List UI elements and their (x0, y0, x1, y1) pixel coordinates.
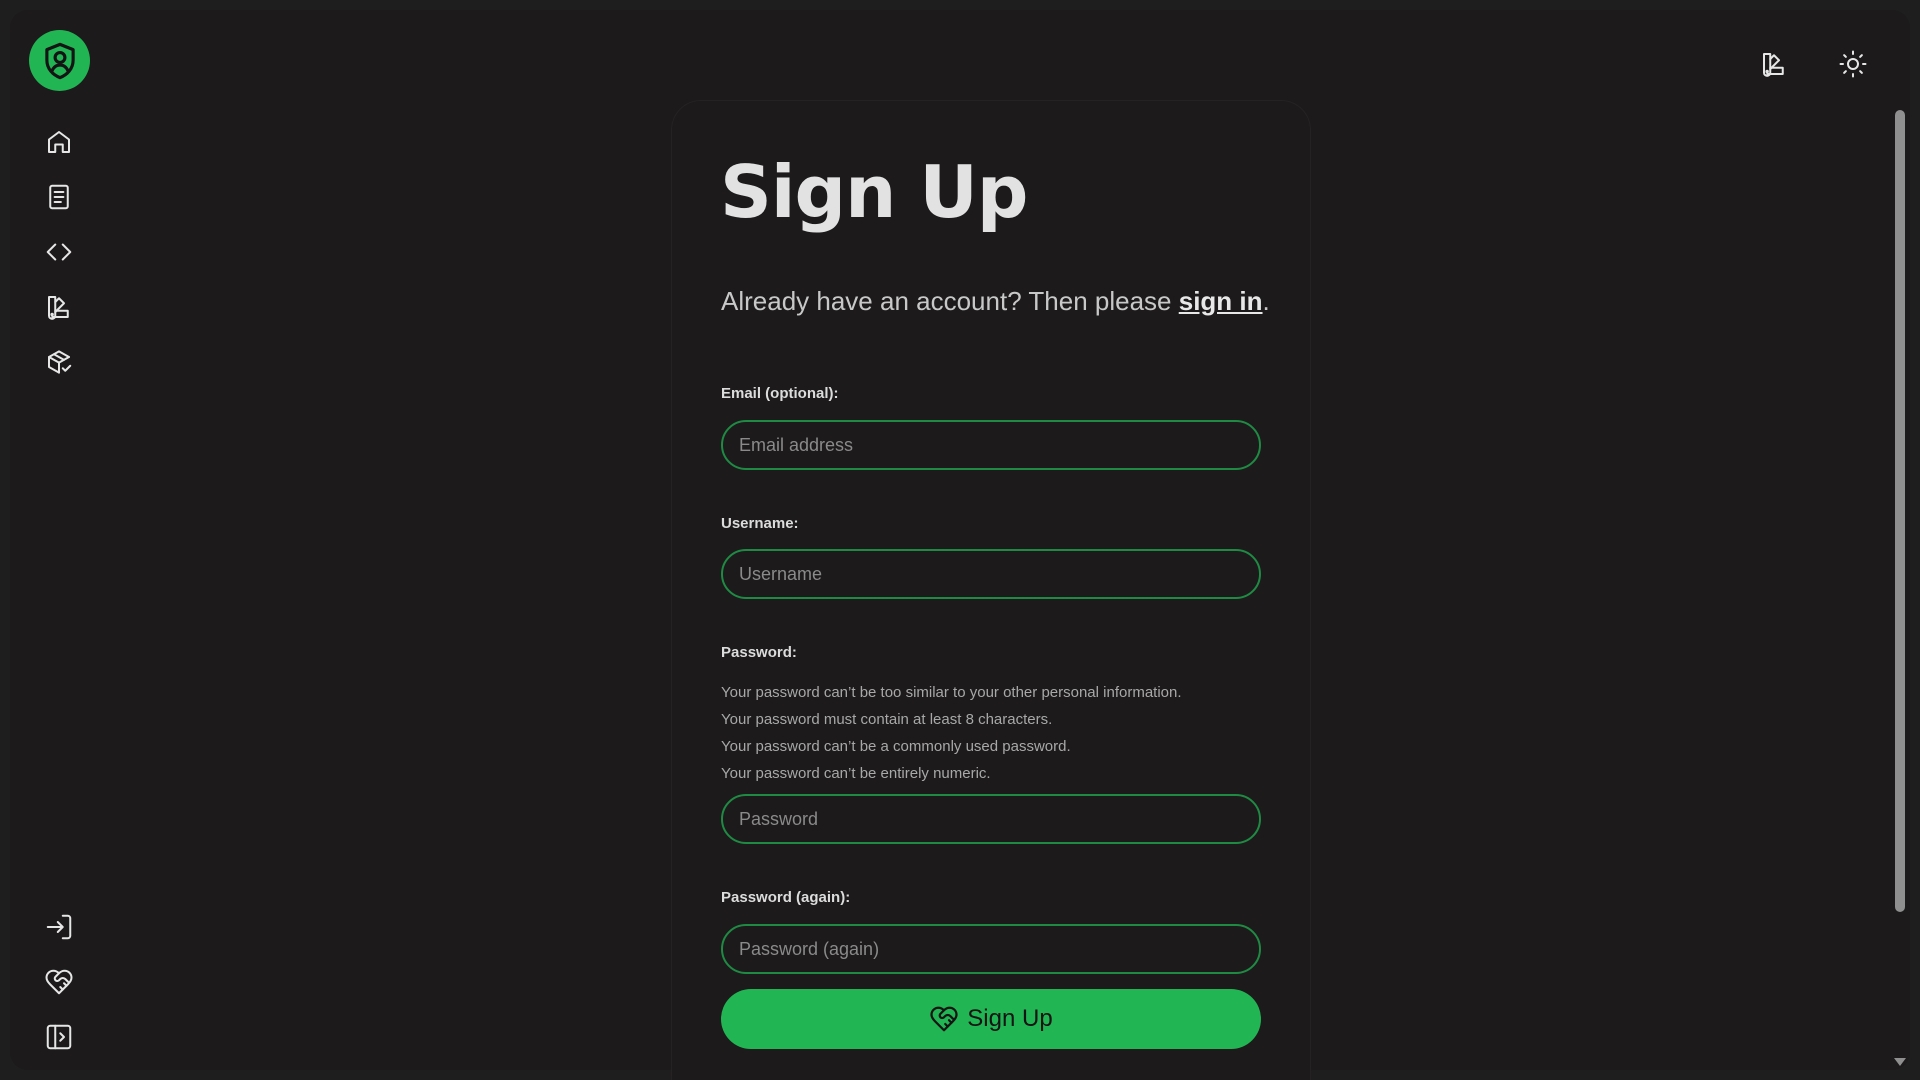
password-hint: Your password can’t be too similar to yo… (721, 684, 1182, 701)
light-mode-button[interactable] (1836, 47, 1870, 81)
scrollbar-thumb[interactable] (1895, 110, 1905, 912)
theme-picker-button[interactable] (1757, 47, 1791, 81)
sidebar-item-themes[interactable] (42, 290, 76, 324)
signin-prompt-suffix: . (1262, 286, 1270, 316)
signin-prompt: Already have an account? Then please sig… (721, 286, 1270, 317)
password-again-label: Password (again): (721, 889, 851, 906)
password-hint: Your password can’t be a commonly used p… (721, 738, 1071, 755)
package-check-icon (48, 350, 72, 374)
password-again-field[interactable] (721, 924, 1261, 974)
sidebar (10, 10, 110, 1070)
sidebar-expand-icon (46, 1024, 72, 1050)
scrollbar[interactable] (1892, 110, 1906, 1070)
page-title: Sign Up (720, 150, 1028, 234)
email-field[interactable] (721, 420, 1261, 470)
sidebar-item-sign-in[interactable] (42, 910, 76, 944)
username-field[interactable] (721, 549, 1261, 599)
username-label: Username: (721, 515, 799, 532)
sign-in-link[interactable]: sign in (1179, 286, 1263, 316)
password-hint: Your password can’t be entirely numeric. (721, 765, 991, 782)
password-hint: Your password must contain at least 8 ch… (721, 711, 1053, 728)
login-icon (46, 914, 72, 940)
top-bar (10, 10, 1910, 110)
password-field[interactable] (721, 794, 1261, 844)
sidebar-item-home[interactable] (42, 125, 76, 159)
sidebar-item-sign-up[interactable] (42, 965, 76, 999)
heart-handshake-icon (930, 1006, 958, 1032)
logo[interactable] (29, 30, 90, 91)
email-label: Email (optional): (721, 385, 839, 402)
sidebar-item-docs[interactable] (42, 180, 76, 214)
home-icon (48, 131, 70, 153)
scroll-down-arrow-icon[interactable] (1894, 1058, 1906, 1066)
sidebar-collapse-button[interactable] (42, 1020, 76, 1054)
signin-prompt-text: Already have an account? Then please (721, 286, 1179, 316)
document-icon (49, 184, 69, 210)
heart-handshake-icon (45, 969, 73, 995)
code-icon (46, 243, 72, 261)
shield-user-icon (44, 42, 75, 79)
password-label: Password: (721, 644, 797, 661)
swatch-icon (1763, 53, 1784, 77)
sun-icon (1839, 50, 1867, 78)
sign-up-button[interactable]: Sign Up (721, 989, 1261, 1049)
swatch-icon (48, 296, 69, 320)
sidebar-item-packages[interactable] (42, 345, 76, 379)
sidebar-item-code[interactable] (42, 235, 76, 269)
sign-up-button-label: Sign Up (967, 1005, 1053, 1032)
